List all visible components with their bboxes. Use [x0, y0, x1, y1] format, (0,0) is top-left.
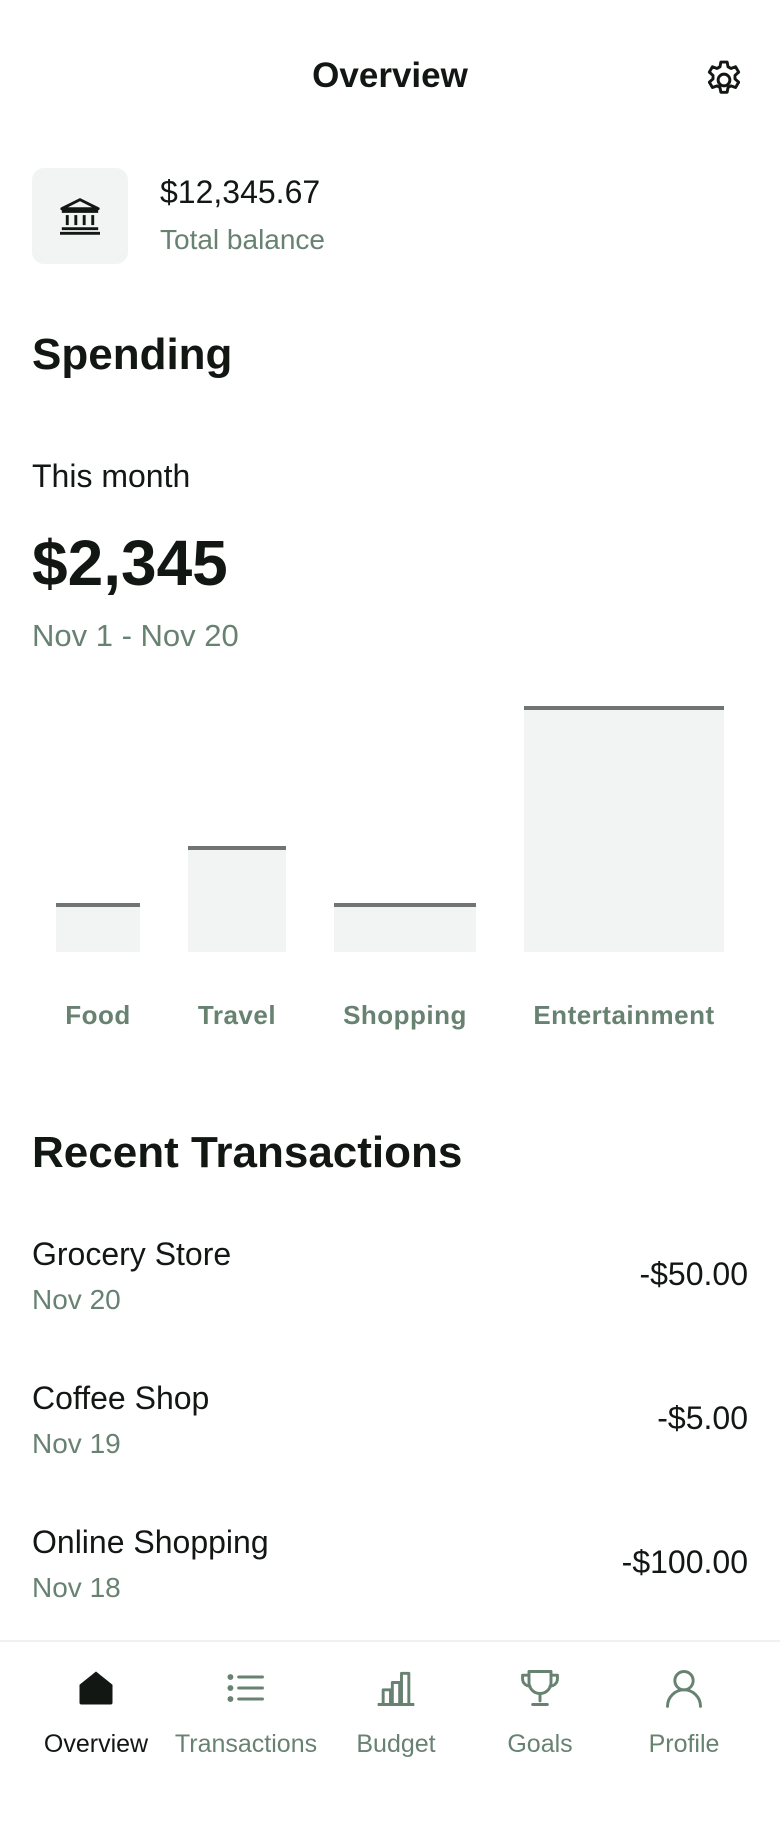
chart-bar-travel — [188, 846, 286, 952]
chart-label-shopping: Shopping — [343, 1000, 467, 1030]
bottom-navigation: Overview Transactions Budget Goals Profi… — [0, 1640, 780, 1828]
spending-bar-chart — [32, 700, 748, 1040]
settings-button[interactable] — [700, 56, 748, 104]
total-balance-label: Total balance — [160, 224, 326, 255]
trophy-icon — [516, 1664, 564, 1712]
chart-bar-entertainment — [524, 706, 724, 952]
nav-budget-label: Budget — [356, 1730, 436, 1758]
date-range: Nov 1 - Nov 20 — [32, 618, 239, 653]
transaction-name: Online Shopping — [32, 1524, 269, 1560]
nav-transactions[interactable]: Transactions — [166, 1664, 326, 1774]
chart-bar-food — [56, 903, 140, 952]
chart-label-entertainment: Entertainment — [533, 1000, 715, 1030]
nav-profile[interactable]: Profile — [604, 1664, 764, 1774]
transaction-name: Coffee Shop — [32, 1380, 210, 1416]
transaction-row[interactable]: Coffee Shop Nov 19 -$5.00 — [32, 1380, 748, 1490]
nav-budget[interactable]: Budget — [316, 1664, 476, 1774]
total-balance-amount: $12,345.67 — [160, 174, 321, 210]
transaction-amount: -$5.00 — [657, 1400, 748, 1436]
transaction-row[interactable]: Grocery Store Nov 20 -$50.00 — [32, 1236, 748, 1346]
nav-overview-label: Overview — [43, 1730, 149, 1758]
nav-transactions-label: Transactions — [174, 1730, 318, 1758]
page-title: Overview — [312, 56, 468, 95]
nav-goals-label: Goals — [507, 1730, 573, 1758]
bar-chart-icon — [372, 1664, 420, 1712]
chart-bar-shopping — [334, 903, 476, 952]
transaction-date: Nov 18 — [32, 1572, 121, 1603]
bank-icon-tile — [32, 168, 128, 264]
nav-profile-label: Profile — [648, 1730, 720, 1758]
transaction-amount: -$50.00 — [639, 1256, 748, 1292]
home-icon — [72, 1664, 120, 1712]
transaction-amount: -$100.00 — [621, 1544, 748, 1580]
transaction-row[interactable]: Online Shopping Nov 18 -$100.00 — [32, 1524, 748, 1634]
transaction-date: Nov 19 — [32, 1428, 121, 1459]
top-app-bar: Overview — [0, 0, 780, 160]
transaction-name: Grocery Store — [32, 1236, 232, 1272]
list-icon — [222, 1664, 270, 1712]
bank-icon — [60, 198, 100, 235]
period-label: This month — [32, 458, 191, 494]
spending-total: $2,345 — [32, 527, 228, 599]
transaction-date: Nov 20 — [32, 1284, 121, 1315]
nav-goals[interactable]: Goals — [460, 1664, 620, 1774]
recent-transactions-heading: Recent Transactions — [32, 1128, 463, 1177]
user-icon — [660, 1664, 708, 1712]
nav-overview[interactable]: Overview — [16, 1664, 176, 1774]
spending-heading: Spending — [32, 330, 233, 379]
gear-icon — [707, 60, 741, 94]
